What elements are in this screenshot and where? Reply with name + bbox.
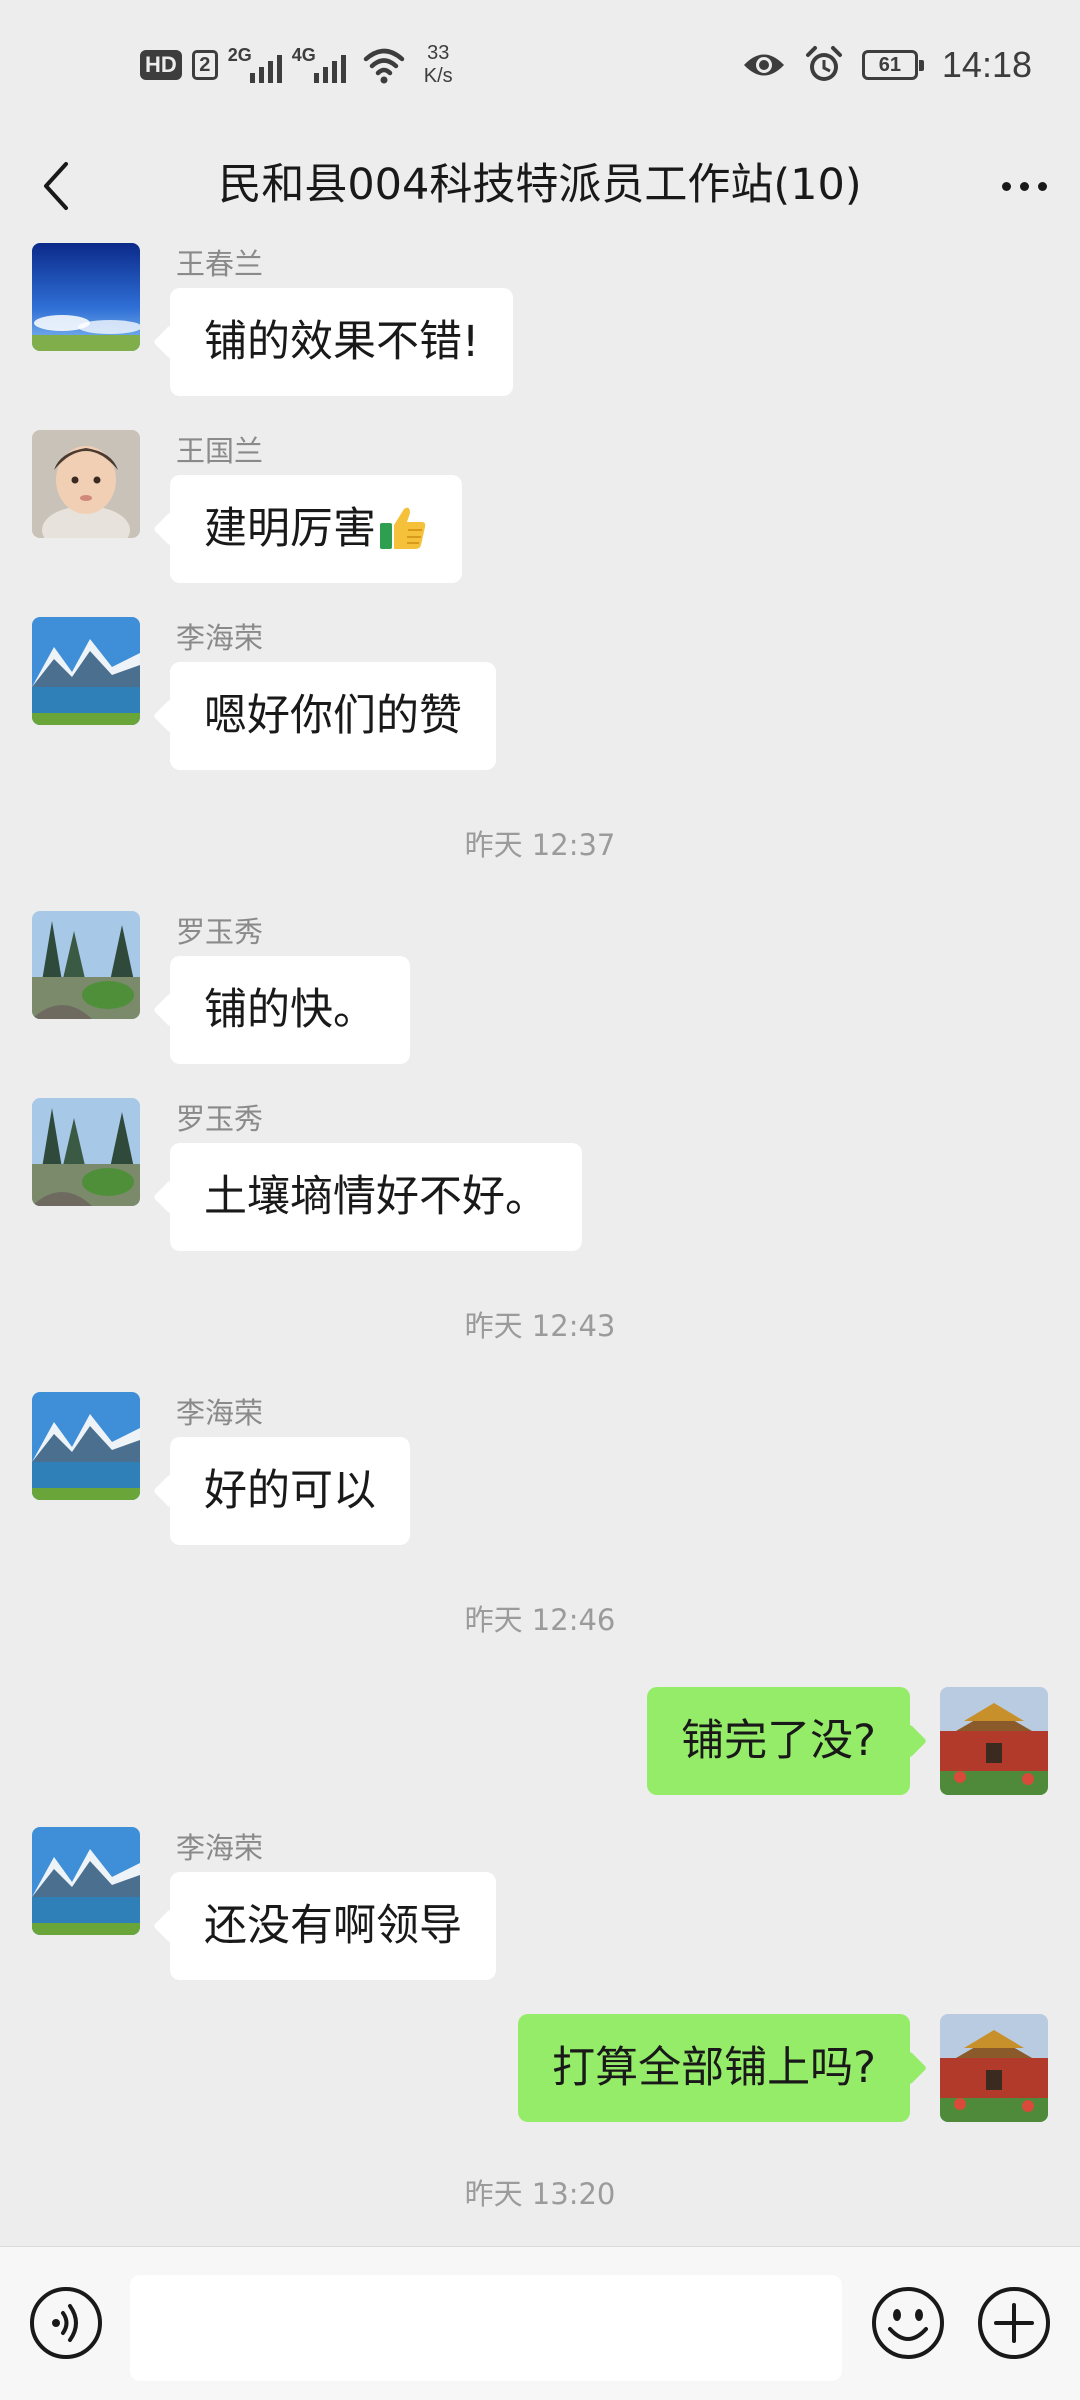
emoji-button[interactable] <box>868 2283 948 2363</box>
emoji-icon <box>872 2287 944 2359</box>
chat-title: 民和县004科技特派员工作站(10) <box>218 160 862 210</box>
sender-name: 李海荣 <box>176 1396 264 1430</box>
sender-name: 王春兰 <box>176 247 264 281</box>
alarm-icon <box>805 46 842 81</box>
voice-button[interactable] <box>26 2283 106 2363</box>
avatar[interactable] <box>32 1827 140 1935</box>
plus-icon <box>978 2287 1050 2359</box>
timestamp: 昨天 12:37 <box>464 828 616 862</box>
avatar[interactable] <box>940 1687 1048 1795</box>
timestamp: 昨天 12:43 <box>464 1309 616 1343</box>
timestamp: 昨天 13:20 <box>464 2177 616 2211</box>
sender-name: 罗玉秀 <box>176 1102 264 1136</box>
signal-4g-icon: 4G <box>292 45 346 85</box>
message-bubble[interactable]: 土壤墒情好不好。 <box>170 1143 582 1251</box>
avatar[interactable] <box>32 617 140 725</box>
avatar[interactable] <box>32 911 140 1019</box>
message-bubble[interactable]: 嗯好你们的赞 <box>170 662 496 770</box>
message-bubble[interactable]: 好的可以 <box>170 1437 410 1545</box>
back-button[interactable] <box>20 150 92 222</box>
input-bar <box>0 2246 1080 2400</box>
thumbs-up-emoji <box>380 507 426 549</box>
sender-name: 李海荣 <box>176 1831 264 1865</box>
more-button[interactable] <box>988 150 1060 222</box>
message-bubble[interactable]: 打算全部铺上吗? <box>518 2014 910 2122</box>
message-bubble[interactable]: 还没有啊领导 <box>170 1872 496 1980</box>
voice-icon <box>30 2287 102 2359</box>
sender-name: 李海荣 <box>176 621 264 655</box>
signal-2g-icon: 2G <box>228 45 282 85</box>
avatar[interactable] <box>32 1392 140 1500</box>
wifi-icon <box>363 48 405 84</box>
chevron-left-icon <box>44 162 68 210</box>
hd-indicator: HD <box>140 50 182 80</box>
clock: 14:18 <box>941 44 1032 85</box>
eye-icon <box>743 54 784 76</box>
sender-name: 王国兰 <box>176 434 264 468</box>
status-bar: HD 2 2G 4G 33 K/s 61 14:18 <box>0 0 1080 130</box>
chat-header: 民和县004科技特派员工作站(10) <box>0 130 1080 240</box>
message-bubble[interactable]: 建明厉害 <box>170 475 462 583</box>
network-speed: 33 K/s <box>423 42 453 87</box>
more-actions-button[interactable] <box>974 2283 1054 2363</box>
more-dots-icon <box>1001 181 1011 191</box>
timestamp: 昨天 12:46 <box>464 1603 616 1637</box>
avatar[interactable] <box>940 2014 1048 2122</box>
battery-icon: 61 <box>861 50 924 80</box>
avatar[interactable] <box>32 430 140 538</box>
message-list[interactable]: 王春兰 铺的效果不错! 王国兰 建明厉害 李海荣 嗯好你们的赞 昨天 12:37… <box>0 240 1080 2246</box>
sender-name: 罗玉秀 <box>176 915 264 949</box>
sim-indicator: 2 <box>191 50 218 80</box>
message-bubble[interactable]: 铺完了没? <box>647 1687 910 1795</box>
message-bubble[interactable]: 铺的效果不错! <box>170 288 514 396</box>
avatar[interactable] <box>32 243 140 351</box>
avatar[interactable] <box>32 1098 140 1206</box>
message-input[interactable] <box>130 2275 842 2381</box>
message-bubble[interactable]: 铺的快。 <box>170 956 410 1064</box>
